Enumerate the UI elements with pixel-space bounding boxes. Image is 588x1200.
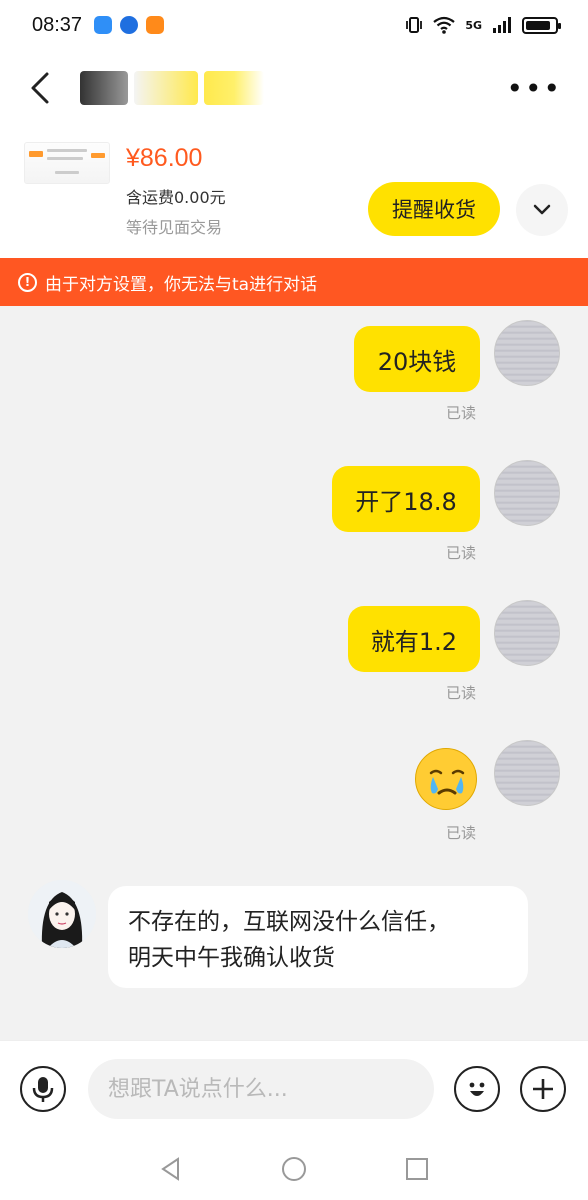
input-bar (0, 1040, 588, 1136)
read-receipt: 已读 (446, 684, 477, 702)
anime-girl-avatar-icon (28, 880, 96, 948)
nav-home-icon[interactable] (281, 1156, 307, 1182)
remind-receipt-button[interactable]: 提醒收货 (368, 182, 500, 236)
redacted-name-part (134, 71, 198, 105)
status-system-icons: 5G (405, 16, 561, 34)
crying-face-icon (429, 769, 465, 795)
battery-icon (522, 16, 561, 34)
redacted-name-part (204, 71, 264, 105)
message-bubble-self[interactable]: 20块钱 (354, 326, 480, 392)
chat-header: ••• (0, 50, 588, 126)
trade-status: 等待见面交易 (126, 218, 223, 237)
signal-icon (493, 17, 511, 33)
plus-icon (533, 1079, 553, 1099)
product-shipping: 含运费0.00元 (126, 188, 226, 207)
avatar-self[interactable] (494, 320, 560, 386)
message-bubble-other[interactable]: 不存在的，互联网没什么信任， 明天中午我确认收货 (108, 886, 528, 988)
message-input[interactable] (88, 1059, 434, 1119)
product-card[interactable]: ¥86.00 含运费0.00元 等待见面交易 提醒收货 (0, 126, 588, 258)
message-bubble-self[interactable]: 就有1.2 (348, 606, 480, 672)
vibrate-icon (406, 17, 423, 33)
chat-restricted-banner: ! 由于对方设置，你无法与ta进行对话 (0, 258, 588, 306)
smiley-icon (469, 1082, 485, 1096)
avatar-self[interactable] (494, 600, 560, 666)
redacted-name-part (80, 71, 128, 105)
avatar-other[interactable] (28, 880, 96, 948)
product-thumbnail[interactable] (24, 142, 110, 184)
system-nav-bar (0, 1136, 588, 1200)
expand-button[interactable] (516, 184, 568, 236)
avatar-self[interactable] (494, 740, 560, 806)
browser-app-icon (120, 16, 139, 34)
message-bubble-self[interactable]: 开了18.8 (332, 466, 480, 532)
read-receipt: 已读 (446, 404, 477, 422)
more-actions-button[interactable] (520, 1066, 566, 1112)
message-line: 明天中午我确认收货 (128, 945, 335, 971)
contact-name-redacted (80, 71, 264, 105)
shopping-app-icon (146, 16, 165, 34)
wifi-icon (433, 16, 455, 34)
warning-icon: ! (18, 272, 37, 292)
nav-recent-icon[interactable] (404, 1156, 430, 1182)
status-bar: 08:37 5G (0, 0, 588, 50)
chevron-down-icon (533, 204, 551, 215)
nav-back-icon[interactable] (158, 1156, 184, 1182)
product-price: ¥86.00 (126, 144, 203, 172)
network-type-label: 5G (465, 18, 482, 32)
read-receipt: 已读 (446, 544, 477, 562)
avatar-self[interactable] (494, 460, 560, 526)
status-time: 08:37 (32, 13, 83, 36)
chevron-left-icon (31, 72, 49, 104)
crying-face-emoji[interactable] (415, 748, 477, 810)
back-button[interactable] (0, 50, 80, 126)
emoji-button[interactable] (454, 1066, 500, 1112)
voice-button[interactable] (20, 1066, 66, 1112)
more-options-button[interactable]: ••• (506, 72, 562, 105)
message-line: 不存在的，互联网没什么信任， (128, 909, 450, 935)
message-app-icon (94, 16, 113, 34)
microphone-icon (32, 1077, 54, 1102)
read-receipt: 已读 (446, 824, 477, 842)
battery-level (526, 20, 550, 30)
banner-text: 由于对方设置，你无法与ta进行对话 (45, 274, 318, 295)
status-notification-icons (94, 16, 165, 34)
